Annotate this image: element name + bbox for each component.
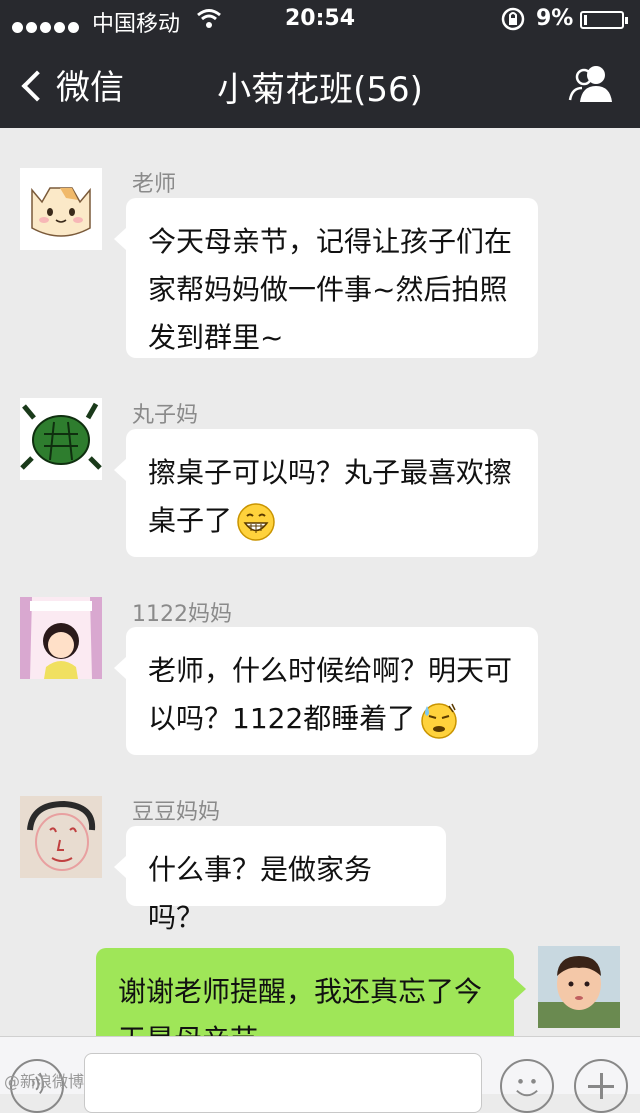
nav-bar: 微信 小菊花班(56) [0, 40, 640, 128]
watermark: @新浪微博 [4, 1072, 85, 1091]
status-bar: 中国移动 20:54 9% [0, 0, 640, 40]
message-line-text: 以吗？1122都睡着了 [148, 702, 416, 735]
message-line: 老师，什么时候给啊？明天可 [148, 654, 513, 687]
message-line: 什么事？是做家务吗？ [148, 853, 373, 934]
avatar-1122-mom[interactable] [20, 597, 102, 679]
message-line: 以吗？1122都睡着了 [148, 695, 518, 743]
battery-level [584, 15, 587, 25]
message-line-text: 桌子了 [148, 504, 233, 537]
avatar-doudou-mom[interactable] [20, 796, 102, 878]
cat-avatar-icon [20, 168, 102, 250]
avatar-teacher[interactable] [20, 168, 102, 250]
message-line: 发到群里~ [148, 321, 284, 354]
battery-percent: 9% [536, 6, 574, 31]
child-photo-avatar-icon [538, 946, 620, 1028]
sender-name: 豆豆妈妈 [132, 800, 221, 825]
message-line: 谢谢老师提醒，我还真忘了今 [118, 975, 483, 1008]
message-bubble[interactable]: 擦桌子可以吗？丸子最喜欢擦 桌子了 [114, 429, 538, 557]
message-line: 擦桌子可以吗？丸子最喜欢擦 [148, 456, 513, 489]
avatar-wanzi-mom[interactable] [20, 398, 102, 480]
sender-name: 老师 [132, 172, 177, 197]
turtle-avatar-icon [20, 398, 102, 480]
message-line: 桌子了 [148, 497, 518, 545]
drawing-avatar-icon [20, 796, 102, 878]
sender-name: 丸子妈 [132, 403, 199, 428]
emoji-button[interactable] [500, 1059, 554, 1113]
cartoon-girl-avatar-icon [20, 597, 102, 679]
message-input[interactable] [84, 1053, 482, 1113]
message-bubble[interactable]: 老师，什么时候给啊？明天可 以吗？1122都睡着了 [114, 627, 538, 755]
sender-name: 1122妈妈 [132, 602, 232, 627]
group-members-icon[interactable] [566, 64, 616, 104]
battery-icon [580, 11, 628, 29]
sweat-emoji-icon [421, 703, 458, 739]
message-bubble[interactable]: 今天母亲节，记得让孩子们在 家帮妈妈做一件事~然后拍照 发到群里~ [114, 198, 538, 358]
input-bar [0, 1036, 640, 1113]
chat-title: 小菊花班(56) [217, 70, 423, 110]
rotation-lock-icon [501, 7, 525, 31]
more-options-button[interactable] [574, 1059, 628, 1113]
message-bubble[interactable]: 什么事？是做家务吗？ [114, 826, 446, 934]
message-line: 家帮妈妈做一件事~然后拍照 [148, 273, 508, 306]
message-line: 今天母亲节，记得让孩子们在 [148, 225, 513, 258]
avatar-me[interactable] [538, 946, 620, 1028]
grin-emoji-icon [237, 503, 275, 541]
